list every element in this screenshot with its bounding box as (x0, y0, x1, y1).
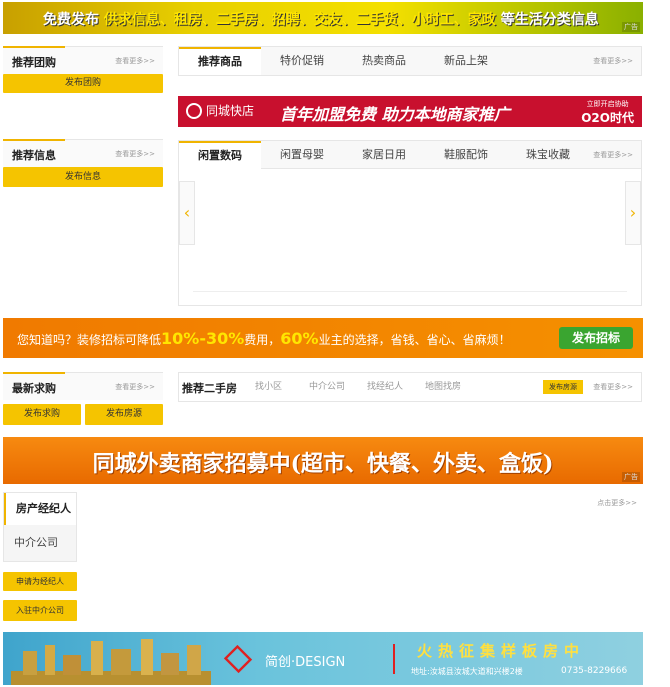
kuaidian-banner[interactable]: 同城快店 首年加盟免费 助力本地商家推广 立即开启协助 O2O时代 (178, 96, 642, 127)
ad-tag: 广告 (622, 22, 640, 32)
kuaidian-slogan: 首年加盟免费 助力本地商家推广 (280, 105, 510, 124)
info-title: 推荐信息 (3, 139, 65, 168)
tab-idle-baby[interactable]: 闲置母婴 (261, 141, 343, 169)
tab-idle-digital[interactable]: 闲置数码 (179, 141, 261, 169)
tab-agency-company[interactable]: 中介公司 (4, 525, 76, 561)
banner-highlight: 供求信息、租房、二手房、招聘、交友、二手货、小时工、家政 (103, 12, 496, 28)
agent-tabs: 房产经纪人 中介公司 (3, 492, 77, 562)
tab-home-goods[interactable]: 家居日用 (343, 141, 425, 169)
banner-suffix: 等生活分类信息 (500, 12, 599, 28)
qiugou-title: 最新求购 (3, 372, 65, 401)
carousel-next-button[interactable]: › (625, 181, 641, 245)
design-address: 地址:汝城县汝城大道和兴楼2楼 (411, 667, 523, 676)
join-agency-button[interactable]: 入驻中介公司 (3, 600, 77, 621)
design-brand: 简创·DESIGN (265, 655, 346, 670)
info-header: 推荐信息 查看更多>> (3, 139, 163, 167)
waimai-text: 同城外卖商家招募中(超市、快餐、外卖、盒饭) (92, 451, 554, 477)
ad-tag: 广告 (622, 472, 640, 482)
city-skyline-image (11, 639, 211, 685)
chevron-left-icon: ‹ (183, 203, 191, 222)
carousel-prev-button[interactable]: ‹ (179, 181, 195, 245)
kuaidian-logo-text: 同城快店 (206, 104, 255, 118)
zhuangxiu-text-c: 业主的选择，省钱、省心、省麻烦！ (318, 333, 511, 347)
tab-new-goods[interactable]: 新品上架 (425, 47, 507, 75)
zhuangxiu-text-a: 您知道吗？装修招标可降低 (17, 333, 162, 347)
zhuangxiu-banner[interactable]: 您知道吗？装修招标可降低10%-30%费用，60%业主的选择，省钱、省心、省麻烦… (3, 318, 643, 358)
goods-header: 推荐商品 特价促销 热卖商品 新品上架 查看更多>> (179, 47, 641, 75)
banner-prefix: 免费发布 (43, 12, 99, 28)
publish-info-button[interactable]: 发布信息 (3, 167, 163, 187)
kuaidian-cta-top: 立即开启协助 (586, 100, 629, 108)
tuangou-panel: 推荐团购 查看更多>> 发布团购 (3, 46, 163, 96)
info-more-link[interactable]: 查看更多>> (115, 149, 155, 159)
top-banner-text: 免费发布 供求信息、租房、二手房、招聘、交友、二手货、小时工、家政 等生活分类信… (43, 9, 599, 29)
tab-shoes-clothing[interactable]: 鞋服配饰 (425, 141, 507, 169)
zhuangxiu-pct1: 10%-30% (161, 329, 245, 348)
info-panel: 推荐信息 查看更多>> 发布信息 (3, 139, 163, 189)
tuangou-header: 推荐团购 查看更多>> (3, 46, 163, 74)
agent-panel: 房产经纪人 中介公司 点击更多>> 申请为经纪人 入驻中介公司 (3, 492, 643, 630)
publish-tuangou-button[interactable]: 发布团购 (3, 74, 163, 93)
agent-more-link[interactable]: 点击更多>> (597, 498, 637, 508)
chevron-right-icon: › (629, 203, 637, 222)
kuaidian-logo: 同城快店 (186, 102, 254, 119)
tab-find-agent[interactable]: 找经纪人 (367, 381, 425, 393)
zhuangxiu-pct2: 60% (280, 329, 319, 348)
ershoufang-tabs: 找小区 中介公司 找经纪人 地图找房 (255, 381, 483, 393)
qiugou-header: 最新求购 查看更多>> (3, 372, 163, 400)
ershoufang-more-link[interactable]: 查看更多>> (593, 382, 633, 392)
publish-house-button[interactable]: 发布房源 (85, 404, 163, 425)
zhuangxiu-text: 您知道吗？装修招标可降低10%-30%费用，60%业主的选择，省钱、省心、省麻烦… (17, 329, 511, 348)
ershoufang-header: 推荐二手房 找小区 中介公司 找经纪人 地图找房 发布房源 查看更多>> (179, 373, 641, 401)
idle-header: 闲置数码 闲置母婴 家居日用 鞋服配饰 珠宝收藏 查看更多>> (179, 141, 641, 169)
tuangou-more-link[interactable]: 查看更多>> (115, 56, 155, 66)
zhuangxiu-text-b: 费用， (244, 333, 281, 347)
tab-find-community[interactable]: 找小区 (255, 381, 309, 393)
tab-agency[interactable]: 中介公司 (309, 381, 367, 393)
kuaidian-cta: 立即开启协助 O2O时代 (581, 99, 634, 126)
tab-recommend-goods[interactable]: 推荐商品 (179, 47, 261, 75)
publish-qiugou-button[interactable]: 发布求购 (3, 404, 81, 425)
top-banner[interactable]: 免费发布 供求信息、租房、二手房、招聘、交友、二手货、小时工、家政 等生活分类信… (3, 2, 643, 34)
tab-map-search[interactable]: 地图找房 (425, 381, 483, 393)
design-phone: 0735-8229666 (561, 666, 628, 676)
tab-special-offer[interactable]: 特价促销 (261, 47, 343, 75)
design-banner[interactable]: 简创·DESIGN 火热征集样板房中 地址:汝城县汝城大道和兴楼2楼 0735-… (3, 632, 643, 685)
ershoufang-title: 推荐二手房 (182, 382, 237, 395)
qiugou-more-link[interactable]: 查看更多>> (115, 382, 155, 392)
goods-more-link[interactable]: 查看更多>> (593, 56, 633, 66)
tab-hot-goods[interactable]: 热卖商品 (343, 47, 425, 75)
goods-panel: 推荐商品 特价促销 热卖商品 新品上架 查看更多>> (178, 46, 642, 76)
apply-agent-button[interactable]: 申请为经纪人 (3, 572, 77, 591)
publish-bid-button[interactable]: 发布招标 (559, 327, 633, 349)
tuangou-title: 推荐团购 (3, 46, 65, 75)
kuaidian-cta-bottom: O2O时代 (581, 111, 634, 125)
carousel-divider (193, 291, 627, 292)
bag-icon (186, 102, 202, 119)
design-logo-icon (223, 644, 253, 674)
design-headline: 火热征集样板房中 (417, 642, 586, 660)
waimai-banner[interactable]: 同城外卖商家招募中(超市、快餐、外卖、盒饭) 广告 (3, 437, 643, 484)
tab-agent[interactable]: 房产经纪人 (4, 493, 76, 525)
tab-jewelry[interactable]: 珠宝收藏 (507, 141, 589, 169)
publish-listing-button[interactable]: 发布房源 (543, 380, 583, 394)
design-divider (393, 644, 395, 674)
qiugou-panel: 最新求购 查看更多>> 发布求购 发布房源 (3, 372, 163, 427)
ershoufang-panel: 推荐二手房 找小区 中介公司 找经纪人 地图找房 发布房源 查看更多>> (178, 372, 642, 402)
idle-more-link[interactable]: 查看更多>> (593, 150, 633, 160)
idle-panel: 闲置数码 闲置母婴 家居日用 鞋服配饰 珠宝收藏 查看更多>> ‹ › (178, 140, 642, 306)
